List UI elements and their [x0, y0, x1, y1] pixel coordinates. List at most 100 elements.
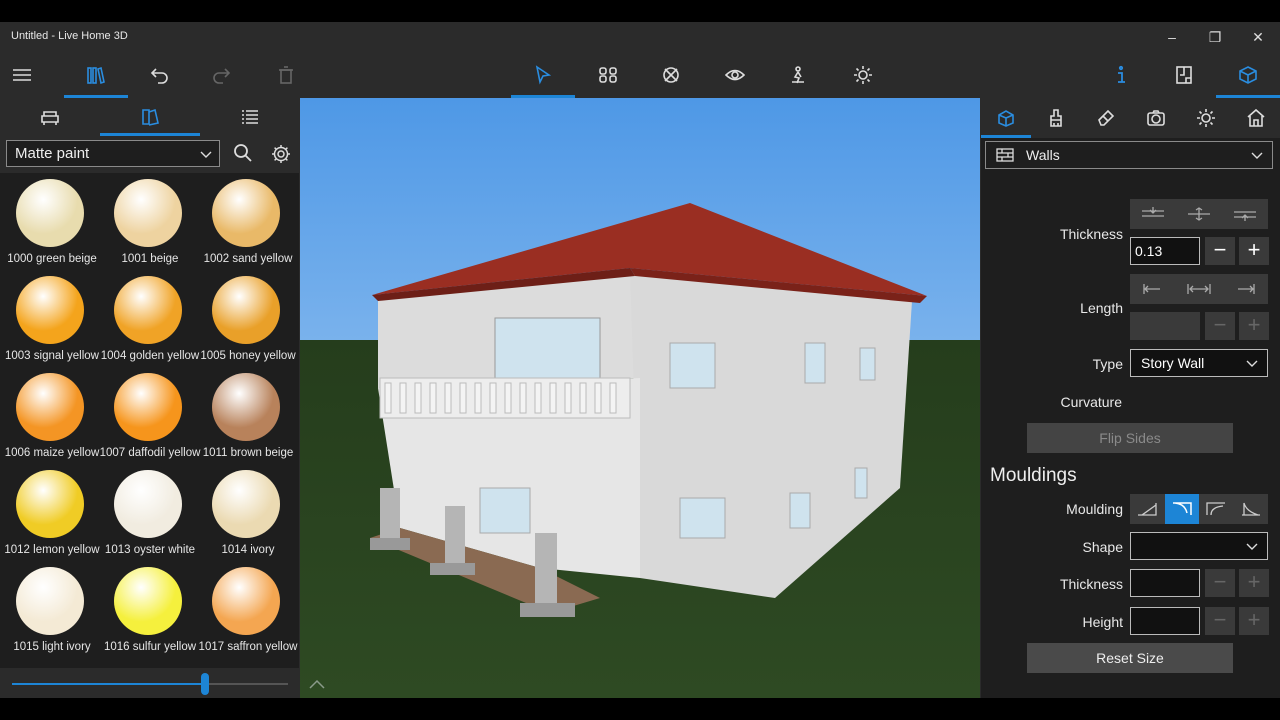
align-outer-button[interactable]: [1130, 199, 1176, 229]
moulding-thickness-minus-button[interactable]: −: [1205, 569, 1235, 597]
material-swatch[interactable]: 1017 saffron yellow: [196, 565, 297, 662]
material-swatch[interactable]: 1014 ivory: [196, 468, 294, 565]
length-anchor-end-button[interactable]: [1222, 274, 1268, 304]
edit-tab[interactable]: [1081, 98, 1131, 138]
object-type-dropdown[interactable]: Walls: [985, 141, 1273, 169]
thickness-minus-button[interactable]: −: [1205, 237, 1235, 265]
zoom-slider-thumb[interactable]: [201, 673, 210, 695]
light-tab[interactable]: [1181, 98, 1231, 138]
material-label: 1005 honey yellow: [200, 350, 296, 362]
wall-icon: [996, 148, 1014, 162]
material-preview-sphere: [16, 373, 84, 441]
paint-tab[interactable]: [1031, 98, 1081, 138]
material-preview-sphere: [212, 373, 280, 441]
material-label: 1001 beige: [121, 253, 179, 265]
close-icon[interactable]: ✕: [1248, 27, 1268, 47]
material-preview-sphere: [114, 567, 182, 635]
material-swatch[interactable]: 1003 signal yellow: [0, 274, 99, 371]
align-inner-button[interactable]: [1222, 199, 1268, 229]
material-label: 1002 sand yellow: [203, 253, 293, 265]
furniture-tab[interactable]: [0, 98, 100, 136]
select-tool-icon[interactable]: [511, 52, 575, 98]
anchor-right-icon: [1238, 284, 1255, 294]
thickness-field[interactable]: 0.13: [1130, 237, 1200, 265]
main-toolbar: [0, 52, 1280, 98]
paint-icon: [142, 108, 159, 126]
material-swatch[interactable]: 1016 sulfur yellow: [98, 565, 196, 662]
curvature-label: Curvature: [1060, 394, 1122, 410]
minimize-icon[interactable]: –: [1162, 27, 1182, 47]
material-swatch[interactable]: 1007 daffodil yellow: [98, 371, 200, 468]
camera-tab[interactable]: [1131, 98, 1181, 138]
material-preview-sphere: [212, 179, 280, 247]
floor-plan-icon[interactable]: [1164, 52, 1204, 98]
material-swatch[interactable]: 1011 brown beige: [196, 371, 294, 468]
material-swatch[interactable]: 1013 oyster white: [98, 468, 196, 565]
settings-gear-icon[interactable]: [270, 143, 292, 165]
shape-dropdown[interactable]: [1130, 532, 1268, 560]
walls-tool-icon[interactable]: [588, 52, 628, 98]
material-swatch[interactable]: 1015 light ivory: [0, 565, 98, 662]
chevron-down-icon: [1246, 360, 1258, 367]
delete-icon[interactable]: [266, 52, 306, 98]
material-swatch[interactable]: 1000 green beige: [0, 177, 98, 274]
view-tool-icon[interactable]: [715, 52, 755, 98]
material-swatch[interactable]: 1004 golden yellow: [98, 274, 199, 371]
search-icon[interactable]: [233, 143, 253, 163]
moulding-height-plus-button[interactable]: +: [1239, 607, 1269, 635]
wall-type-dropdown[interactable]: Story Wall: [1130, 349, 1268, 377]
moulding-thickness-field[interactable]: [1130, 569, 1200, 597]
inspector-panel: Walls Thickness 0.13 − + Length − + Type…: [981, 98, 1280, 698]
moulding-height-minus-button[interactable]: −: [1205, 607, 1235, 635]
length-field[interactable]: [1130, 312, 1200, 340]
mouldings-section-title: Mouldings: [990, 465, 1077, 486]
material-swatch[interactable]: 1001 beige: [98, 177, 196, 274]
list-tab[interactable]: [200, 98, 300, 136]
moulding-base-button[interactable]: [1234, 494, 1269, 524]
material-swatch[interactable]: 1002 sand yellow: [196, 177, 294, 274]
length-anchor-segmented: [1130, 274, 1268, 304]
material-label: 1004 golden yellow: [100, 350, 200, 362]
material-label: 1007 daffodil yellow: [99, 447, 201, 459]
moulding-corner-button[interactable]: [1199, 494, 1234, 524]
restore-icon[interactable]: ❐: [1205, 27, 1225, 47]
moulding-base-icon: [1241, 502, 1260, 516]
info-icon[interactable]: [1101, 52, 1141, 98]
materials-tab[interactable]: [100, 98, 200, 136]
unknown-tool-icon[interactable]: [651, 52, 691, 98]
material-preview-sphere: [212, 567, 280, 635]
3d-view-icon[interactable]: [1216, 52, 1280, 98]
category-dropdown[interactable]: Matte paint: [6, 140, 220, 167]
redo-icon[interactable]: [202, 52, 242, 98]
menu-icon[interactable]: [2, 52, 42, 98]
walk-tool-icon[interactable]: [778, 52, 818, 98]
3d-viewport[interactable]: [300, 98, 980, 698]
moulding-crown-button[interactable]: [1164, 494, 1199, 524]
object-icon: [998, 110, 1014, 127]
length-plus-button[interactable]: +: [1239, 312, 1269, 340]
library-icon[interactable]: [64, 52, 128, 98]
thickness-plus-button[interactable]: +: [1239, 237, 1269, 265]
align-center-button[interactable]: [1176, 199, 1222, 229]
length-anchor-center-button[interactable]: [1176, 274, 1222, 304]
moulding-floor-icon: [1138, 503, 1157, 516]
material-swatch[interactable]: 1012 lemon yellow: [0, 468, 100, 565]
moulding-ceiling-icon: [1172, 502, 1192, 515]
object-tab[interactable]: [981, 98, 1031, 138]
material-label: 1003 signal yellow: [5, 350, 99, 362]
moulding-height-field[interactable]: [1130, 607, 1200, 635]
length-minus-button[interactable]: −: [1205, 312, 1235, 340]
moulding-thickness-plus-button[interactable]: +: [1239, 569, 1269, 597]
flip-sides-button[interactable]: Flip Sides: [1027, 423, 1233, 453]
zoom-slider-track[interactable]: [12, 683, 288, 685]
length-anchor-start-button[interactable]: [1130, 274, 1176, 304]
material-swatch[interactable]: 1005 honey yellow: [196, 274, 296, 371]
undo-icon[interactable]: [139, 52, 179, 98]
reset-size-button[interactable]: Reset Size: [1027, 643, 1233, 673]
house-icon: [1247, 108, 1265, 127]
building-tab[interactable]: [1231, 98, 1280, 138]
lighting-tool-icon[interactable]: [843, 52, 883, 98]
moulding-none-button[interactable]: [1130, 494, 1165, 524]
material-label: 1011 brown beige: [202, 447, 294, 459]
material-swatch[interactable]: 1006 maize yellow: [0, 371, 99, 468]
